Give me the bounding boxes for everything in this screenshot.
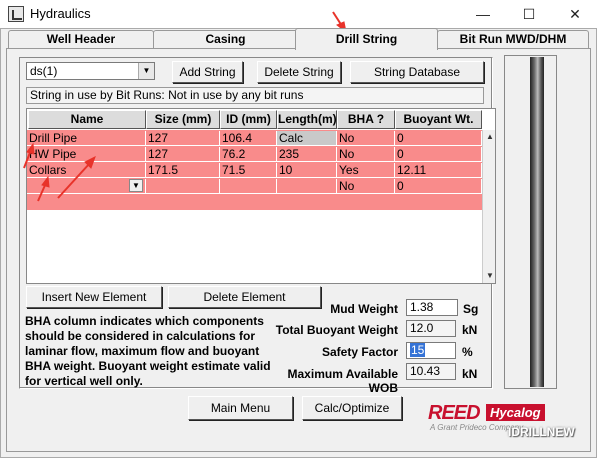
annotation-arrows bbox=[23, 11, 347, 202]
arrow-head-icon bbox=[41, 175, 50, 188]
arrow-head-icon bbox=[26, 142, 35, 155]
arrow-to-hw-pipe-row bbox=[57, 162, 91, 199]
tab-drill-string[interactable]: Drill String bbox=[295, 28, 438, 50]
